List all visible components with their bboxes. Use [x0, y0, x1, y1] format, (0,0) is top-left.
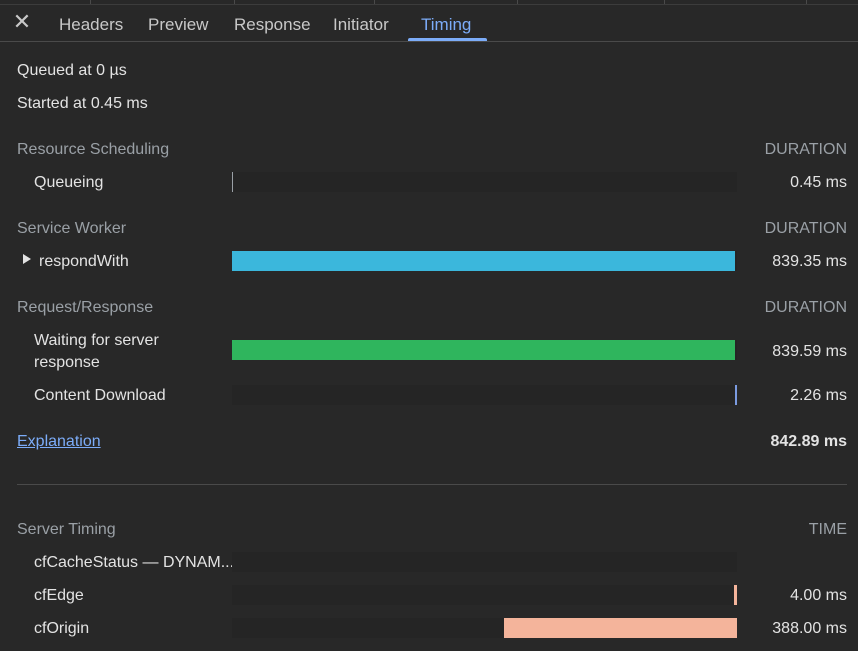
service-worker-heading: Service Worker — [17, 220, 127, 237]
timing-bar-track — [232, 385, 737, 405]
waiting-duration: 839.59 ms — [772, 343, 847, 360]
respondwith-duration: 839.35 ms — [772, 253, 847, 270]
waiting-bar — [232, 340, 735, 360]
respondwith-bar — [232, 251, 735, 271]
active-tab-indicator — [408, 38, 487, 41]
request-response-heading: Request/Response — [17, 299, 154, 316]
timing-bar-track — [232, 552, 737, 572]
cforigin-duration: 388.00 ms — [772, 620, 847, 637]
explanation-link[interactable]: Explanation — [17, 432, 101, 452]
tab-timing[interactable]: Timing — [421, 15, 471, 35]
waiting-label-line2: response — [34, 354, 100, 371]
top-ruler — [0, 0, 858, 5]
time-header: TIME — [808, 521, 847, 538]
timing-bar-track — [232, 172, 737, 192]
cfedge-bar — [734, 585, 737, 605]
cforigin-label: cfOrigin — [34, 620, 90, 637]
cforigin-bar — [504, 618, 737, 638]
expand-triangle-icon[interactable] — [23, 254, 31, 264]
duration-header: DURATION — [764, 141, 847, 158]
cfcachestatus-label: cfCacheStatus — DYNAM... — [34, 554, 235, 571]
ruler-tick — [806, 0, 807, 4]
content-download-label: Content Download — [34, 387, 166, 404]
timing-bar-track — [232, 585, 737, 605]
close-icon[interactable]: ✕ — [12, 11, 32, 33]
cfedge-label: cfEdge — [34, 587, 84, 604]
queueing-duration: 0.45 ms — [790, 174, 847, 191]
tab-headers[interactable]: Headers — [59, 15, 123, 35]
ruler-tick — [90, 0, 91, 4]
cfedge-duration: 4.00 ms — [790, 587, 847, 604]
started-at-text: Started at 0.45 ms — [17, 95, 148, 112]
ruler-tick — [374, 0, 375, 4]
content-download-duration: 2.26 ms — [790, 387, 847, 404]
tab-initiator[interactable]: Initiator — [333, 15, 389, 35]
queued-at-text: Queued at 0 µs — [17, 62, 127, 79]
ruler-tick — [517, 0, 518, 4]
ruler-tick — [664, 0, 665, 4]
tab-response[interactable]: Response — [234, 15, 311, 35]
content-download-bar — [735, 385, 737, 405]
resource-scheduling-heading: Resource Scheduling — [17, 141, 170, 158]
queueing-label: Queueing — [34, 174, 104, 191]
duration-header: DURATION — [764, 220, 847, 237]
total-duration: 842.89 ms — [770, 433, 847, 450]
respondwith-label[interactable]: respondWith — [39, 252, 129, 272]
duration-header: DURATION — [764, 299, 847, 316]
waiting-label-line1: Waiting for server — [34, 332, 159, 349]
tab-bar: ✕ Headers Preview Response Initiator Tim… — [0, 0, 858, 42]
divider — [17, 484, 847, 485]
tab-preview[interactable]: Preview — [148, 15, 208, 35]
server-timing-heading: Server Timing — [17, 521, 116, 538]
queueing-bar — [232, 172, 233, 192]
ruler-tick — [234, 0, 235, 4]
